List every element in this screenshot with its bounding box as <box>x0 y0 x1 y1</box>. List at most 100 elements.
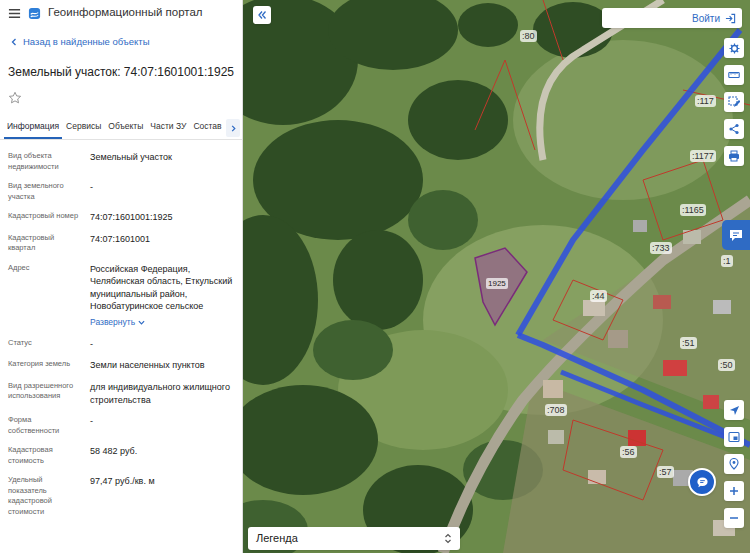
plus-icon <box>729 486 739 496</box>
field-value: 58 482 руб. <box>90 445 234 458</box>
locate-button[interactable] <box>724 400 744 420</box>
field-value: - <box>90 415 234 428</box>
field-value-cell: 97,47 руб./кв. м <box>90 475 234 517</box>
parcel-number-label: :57 <box>657 466 674 478</box>
parcel-number-label: :80 <box>520 30 537 42</box>
basemap-button[interactable] <box>724 427 744 447</box>
field-value: - <box>90 338 234 351</box>
collapse-panel-button[interactable] <box>253 6 271 24</box>
chevron-down-icon <box>138 319 145 326</box>
field-row: Кадастровый квартал 74:07:1601001 <box>8 233 234 254</box>
search-location-button[interactable] <box>724 454 744 474</box>
field-value-cell: для индивидуального жилищного строительс… <box>90 381 234 406</box>
share-icon <box>728 123 740 135</box>
object-title-text: Земельный участок: 74:07:1601001:1925 <box>8 65 234 79</box>
location-search-icon <box>728 458 740 470</box>
chat-button[interactable] <box>688 468 716 496</box>
field-label: Категория земель <box>8 359 82 372</box>
field-value-cell: 58 482 руб. <box>90 445 234 466</box>
parcel-number-label: :50 <box>718 359 735 371</box>
field-list: Вид объекта недвижимости Земельный участо… <box>0 140 242 517</box>
field-label: Форма собственности <box>8 415 82 436</box>
double-chevron-left-icon <box>257 10 267 20</box>
zoom-in-button[interactable] <box>724 481 744 501</box>
satellite-map[interactable] <box>243 0 750 553</box>
parcel-number-label: :708 <box>545 404 567 416</box>
field-label: Вид разрешенного использования <box>8 381 82 406</box>
tab[interactable]: Объекты <box>105 115 146 139</box>
minus-icon <box>729 513 739 523</box>
chevron-right-icon <box>230 125 237 132</box>
tab[interactable]: Сервисы <box>63 115 104 139</box>
app-header: Геоинформационный портал <box>0 0 242 26</box>
back-link-text[interactable]: Назад в найденные объекты <box>23 35 150 49</box>
map-toolbar <box>724 38 744 166</box>
share-button[interactable] <box>724 119 744 139</box>
field-value-cell: Российская Федерация, Челябинская област… <box>90 263 234 329</box>
selected-parcel-label: 1925 <box>486 278 508 289</box>
tab[interactable]: Информация <box>4 115 62 139</box>
message-icon <box>696 476 709 489</box>
tab[interactable]: Состав <box>190 115 224 139</box>
field-label: Удельный показатель кадастровой стоимост… <box>8 475 82 517</box>
draw-button[interactable] <box>724 92 744 112</box>
field-row: Вид разрешенного использования для индиви… <box>8 381 234 406</box>
legend-dropdown[interactable]: Легенда <box>248 527 460 550</box>
object-title: Земельный участок: 74:07:1601001:1925 <box>0 49 242 83</box>
printer-icon <box>728 150 740 162</box>
field-value-cell: 74:07:1601001 <box>90 233 234 254</box>
chat-icon <box>728 227 744 243</box>
edit-area-icon <box>728 96 740 108</box>
login-text[interactable]: Войти <box>692 11 720 26</box>
logo-icon <box>28 7 41 20</box>
field-row: Кадастровый номер 74:07:1601001:1925 <box>8 211 234 224</box>
legend-text[interactable]: Легенда <box>256 530 298 547</box>
menu-icon[interactable] <box>8 7 21 20</box>
field-value: для индивидуального жилищного строительс… <box>90 381 234 406</box>
field-row: Форма собственности- <box>8 415 234 436</box>
zoom-out-button[interactable] <box>724 508 744 528</box>
field-row: Категория земель Земли населенных пунктов <box>8 359 234 372</box>
expand-link[interactable]: Развернуть <box>90 316 234 329</box>
tab-list: ИнформацияСервисыОбъектыЧасти ЗУСостав <box>4 115 226 139</box>
ruler-icon <box>728 69 740 81</box>
chevron-left-icon <box>10 38 18 46</box>
parcel-number-label: :1165 <box>680 204 706 216</box>
favorite-button[interactable] <box>0 83 242 105</box>
field-row: Вид объекта недвижимости Земельный участо… <box>8 151 234 172</box>
field-value-cell: - <box>90 181 234 202</box>
field-value: 97,47 руб./кв. м <box>90 475 234 488</box>
parcel-number-label: :44 <box>590 290 607 302</box>
field-value-cell: Земельный участок <box>90 151 234 172</box>
parcel-number-label: :117 <box>695 95 716 107</box>
login-button[interactable]: Войти <box>602 8 742 28</box>
field-label: Кадастровый номер <box>8 211 82 224</box>
field-row: Кадастровая стоимость 58 482 руб. <box>8 445 234 466</box>
tabs-scroll-button[interactable] <box>226 119 240 137</box>
field-value: - <box>90 181 234 194</box>
measure-button[interactable] <box>724 65 744 85</box>
up-down-chevron-icon <box>444 533 452 544</box>
login-icon <box>725 13 736 24</box>
field-row: АдресРоссийская Федерация, Челябинская о… <box>8 263 234 329</box>
field-label: Кадастровая стоимость <box>8 445 82 466</box>
map-labels: :80:117:1177:1165:733:1:44:51:50:708:56:… <box>243 0 750 553</box>
parcel-number-label: :1177 <box>690 150 716 162</box>
star-icon[interactable] <box>8 91 22 105</box>
parcel-polygon[interactable] <box>475 248 527 325</box>
tab[interactable]: Части ЗУ <box>147 115 189 139</box>
map[interactable]: :80:117:1177:1165:733:1:44:51:50:708:56:… <box>243 0 750 553</box>
assistant-tab[interactable] <box>722 220 750 250</box>
field-label: Кадастровый квартал <box>8 233 82 254</box>
print-button[interactable] <box>724 146 744 166</box>
back-link[interactable]: Назад в найденные объекты <box>0 26 242 49</box>
navigation-arrow-icon <box>729 405 740 416</box>
expand-link-text[interactable]: Развернуть <box>90 316 135 329</box>
field-label: Вид объекта недвижимости <box>8 151 82 172</box>
field-value-cell: Земли населенных пунктов <box>90 359 234 372</box>
app-title: Геоинформационный портал <box>48 4 203 21</box>
parcel-number-label: :1 <box>721 255 733 267</box>
tab-bar: ИнформацияСервисыОбъектыЧасти ЗУСостав <box>0 115 242 140</box>
field-value-cell: 74:07:1601001:1925 <box>90 211 234 224</box>
settings-button[interactable] <box>724 38 744 58</box>
